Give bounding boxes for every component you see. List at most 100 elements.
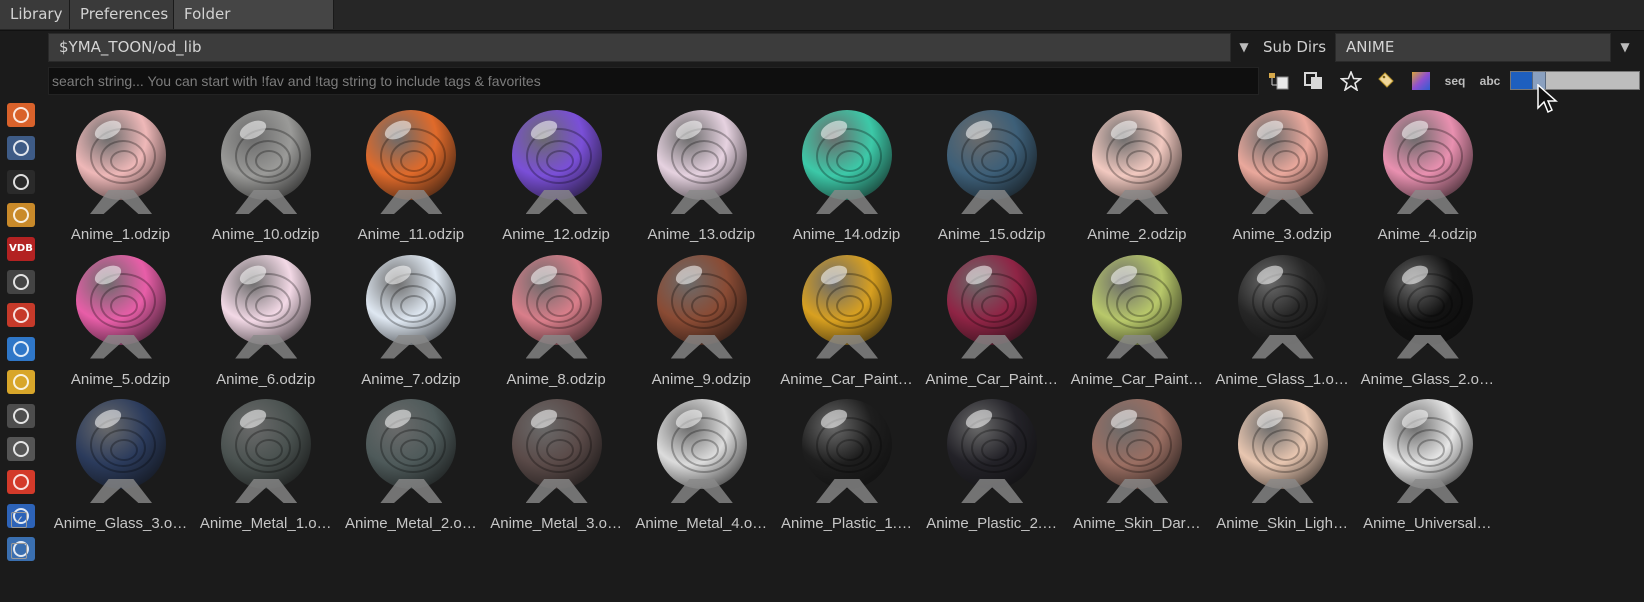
material-preview-sphere [947,110,1038,200]
sidebar-glyph [13,173,29,190]
material-preview-sphere [1382,254,1473,345]
asset-thumbnail[interactable]: Anime_Metal_1.o… [193,393,338,538]
asset-thumbnail[interactable]: Anime_10.odzip [193,104,338,249]
asset-label: Anime_9.odzip [651,370,751,388]
redshift-icon[interactable] [7,303,35,328]
subdirs-select[interactable]: ANIME [1335,33,1611,62]
checker-icon[interactable] [7,169,35,194]
asset-thumbnail[interactable]: Anime_Metal_4.o… [629,393,774,538]
asset-label: Anime_7.odzip [361,370,461,388]
asset-thumbnail[interactable]: Anime_8.odzip [484,249,629,394]
shapes-icon[interactable] [7,136,35,161]
copy-icon[interactable] [1300,69,1328,93]
sphere-ring [110,294,138,317]
material-preview-sphere [802,254,892,345]
tab-bar: Library Preferences Folder Management [0,0,1644,52]
houdini-icon[interactable] [7,103,35,127]
path-dropdown-icon[interactable]: ▼ [1231,33,1257,62]
asset-label: Anime_3.odzip [1232,226,1332,243]
tab-preferences[interactable]: Preferences [70,0,174,29]
asset-label: Anime_Car_Paint… [780,370,913,388]
light-icon[interactable] [7,370,35,395]
select-all-checkbox[interactable]: ✓ [11,512,27,528]
sphere-ring [545,439,574,461]
asset-thumbnail[interactable]: Anime_12.odzip [484,104,629,249]
sidebar-glyph [13,407,29,424]
library-path-field[interactable]: $YMA_TOON/od_lib [48,33,1231,62]
arnold-icon[interactable] [7,437,35,461]
asset-thumbnail[interactable]: Anime_Glass_2.o… [1355,249,1500,394]
asset-thumbnail[interactable]: Anime_Universal… [1355,393,1500,538]
asset-thumbnail[interactable]: Anime_Plastic_1.… [774,393,919,538]
asset-thumbnail[interactable]: Anime_13.odzip [629,104,774,249]
mouse-cursor-icon [1537,84,1558,114]
asset-thumbnail[interactable]: Anime_11.odzip [338,104,483,249]
asset-label: Anime_11.odzip [357,226,465,243]
asset-thumbnail[interactable]: Anime_Skin_Dar… [1064,393,1209,538]
favorites-star-icon[interactable] [1337,69,1365,93]
sphere-ring [981,439,1010,461]
search-input[interactable]: search string... You can start with !fav… [48,67,1259,95]
asset-label: Anime_Metal_4.o… [635,515,768,532]
asset-label: Anime_5.odzip [70,370,171,388]
asset-thumbnail[interactable]: Anime_1.odzip [48,104,193,249]
sphere-ring [836,294,864,317]
render-s-icon[interactable] [7,470,35,495]
material-preview-sphere [76,399,166,489]
asset-thumbnail[interactable]: Anime_3.odzip [1210,104,1355,249]
asset-thumbnail[interactable]: Anime_Glass_3.o… [48,393,193,538]
tree-view-icon[interactable] [1265,69,1293,93]
deselect-all-checkbox[interactable] [11,543,27,559]
sidebar-glyph [13,307,29,324]
label-toggle[interactable]: abc [1476,69,1504,93]
vdb-icon[interactable]: VDB [7,236,35,261]
asset-thumbnail[interactable]: Anime_9.odzip [629,249,774,394]
sphere-ring [400,294,429,317]
sphere-ring [545,150,574,172]
asset-thumbnail[interactable]: Anime_Skin_Ligh… [1210,393,1355,538]
asset-thumbnail[interactable]: Anime_15.odzip [919,104,1064,249]
abc-label: abc [1479,74,1501,88]
tab-folder-management[interactable]: Folder Management [174,0,334,52]
octane-icon[interactable] [7,270,35,294]
asset-label: Anime_Car_Paint… [925,370,1058,388]
asset-thumbnail[interactable]: Anime_5.odzip [48,249,193,394]
asset-thumbnail[interactable]: Anime_Glass_1.o… [1210,249,1355,394]
asset-thumbnail[interactable]: Anime_Car_Paint… [919,249,1064,394]
bulb-icon[interactable] [7,403,35,428]
sidebar-icon-text: VDB [9,243,33,255]
asset-thumbnail[interactable]: Anime_Car_Paint… [1064,249,1209,394]
asset-thumbnail[interactable]: Anime_Metal_2.o… [338,393,483,538]
asset-label: Anime_Glass_1.o… [1215,370,1349,388]
image-icon[interactable] [7,203,35,228]
asset-label: Anime_1.odzip [70,226,171,243]
asset-thumbnail[interactable]: Anime_2.odzip [1064,104,1209,249]
asset-label: Anime_Metal_2.o… [345,515,477,532]
sidebar-glyph [13,107,29,123]
tab-library[interactable]: Library [0,0,70,29]
asset-thumbnail[interactable]: Anime_Metal_3.o… [484,393,629,538]
asset-label: Anime_Metal_3.o… [490,515,622,532]
asset-thumbnail[interactable]: Anime_4.odzip [1355,104,1500,249]
asset-label: Anime_2.odzip [1087,226,1187,243]
material-preview-sphere [366,110,457,200]
asset-thumbnail[interactable]: Anime_Car_Paint… [774,249,919,394]
asset-thumbnail[interactable]: Anime_14.odzip [774,104,919,249]
asset-label: Anime_6.odzip [216,370,316,388]
material-preview-sphere [1237,254,1328,345]
subdirs-dropdown-icon[interactable]: ▼ [1612,33,1638,62]
sphere-ring [1416,294,1445,317]
asset-thumbnail[interactable]: Anime_Plastic_2.… [919,393,1064,538]
texture-swatch-icon[interactable] [1407,69,1435,93]
cube-icon[interactable] [7,336,35,361]
material-preview-sphere [1382,399,1473,489]
asset-thumbnail[interactable]: Anime_6.odzip [193,249,338,394]
material-preview-sphere [76,110,166,200]
sequence-toggle[interactable]: seq [1441,69,1469,93]
tag-icon[interactable] [1372,69,1400,93]
asset-label: Anime_Glass_3.o… [53,515,188,532]
sidebar-glyph [13,374,29,391]
thumbnail-size-slider[interactable] [1510,71,1640,90]
material-preview-sphere [1092,399,1183,489]
asset-thumbnail[interactable]: Anime_7.odzip [338,249,483,394]
